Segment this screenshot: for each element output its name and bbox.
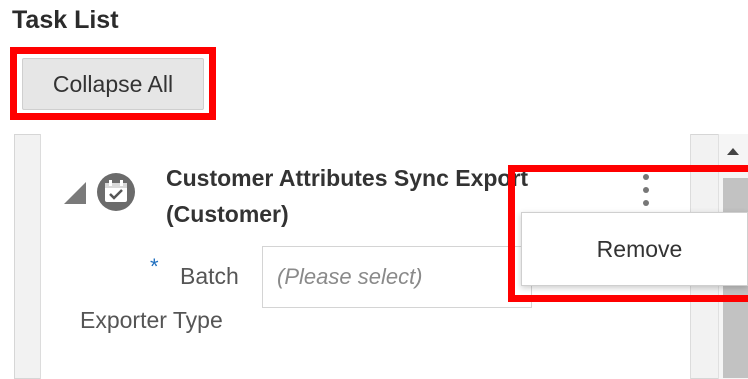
field-label-line2: Exporter Type — [80, 307, 223, 333]
collapse-all-button[interactable]: Collapse All — [22, 58, 204, 110]
triangle-expanded-icon[interactable] — [64, 182, 86, 204]
remove-menu-item[interactable]: Remove — [522, 213, 747, 285]
context-menu: Remove — [521, 212, 748, 286]
calendar-task-icon — [97, 173, 135, 211]
batch-exporter-type-select[interactable]: (Please select) — [262, 246, 532, 308]
required-marker: * — [150, 254, 159, 279]
task-list-title: Task List — [12, 6, 119, 34]
field-label-line1: Batch — [180, 263, 239, 289]
kebab-menu-icon[interactable] — [634, 170, 658, 210]
chevron-up-icon[interactable] — [727, 148, 739, 155]
